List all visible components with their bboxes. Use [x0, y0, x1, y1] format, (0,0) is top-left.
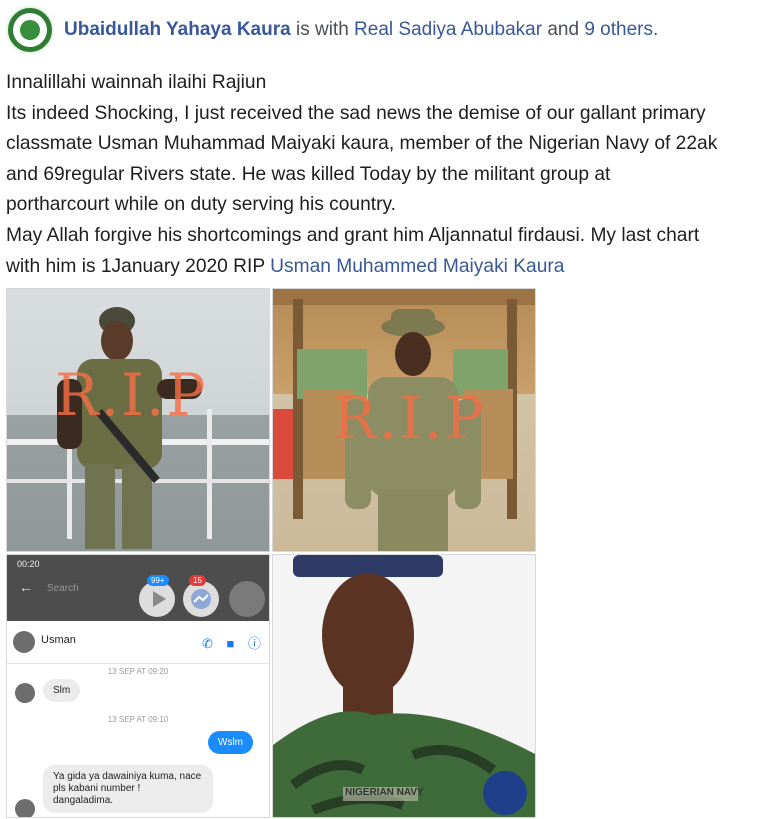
- chat-head-avatar[interactable]: [229, 581, 265, 617]
- post-line: Innalillahi wainnah ilaihi Rajiun: [6, 72, 267, 93]
- post-line-text: with him is 1January 2020 RIP: [6, 255, 271, 277]
- messenger-icon[interactable]: [183, 581, 219, 617]
- video-icon[interactable]: ■: [227, 636, 235, 651]
- author-name-link[interactable]: Ubaidullah Yahaya Kaura: [64, 19, 291, 40]
- message-line: pls kabani number !: [53, 783, 141, 794]
- sender-avatar: [15, 683, 35, 703]
- post-header: Ubaidullah Yahaya Kaura is with Real Sad…: [6, 6, 763, 54]
- post-line: and 69regular Rivers state. He was kille…: [6, 163, 611, 185]
- post-line: classmate Usman Muhammad Maiyaki kaura, …: [6, 133, 718, 155]
- chat-timestamp: 13 SEP AT 09:20: [107, 667, 169, 676]
- contact-name[interactable]: Usman: [41, 634, 76, 646]
- post-line: Its indeed Shocking, I just received the…: [6, 102, 706, 124]
- photo-chat-screenshot[interactable]: 00:20 ← Search 99+ 15 Usman ✆ ■ ⓘ 13 SEP…: [6, 554, 270, 818]
- back-arrow-icon[interactable]: ←: [19, 579, 33, 595]
- photo-soldier-truck[interactable]: R.I.P: [272, 288, 536, 552]
- sender-avatar: [15, 799, 35, 817]
- post-line-last: with him is 1January 2020 RIP Usman Muha…: [6, 252, 766, 283]
- rip-overlay-text: R.I.P: [333, 384, 486, 452]
- phone-icon[interactable]: ✆: [202, 636, 213, 651]
- photo-grid: R.I.P R.I.P 00:20 ← Search 99+ 15 Usman …: [6, 288, 536, 818]
- message-outgoing[interactable]: Wslm: [208, 731, 253, 754]
- uniform-patch-text: NIGERIAN NAVY: [345, 787, 424, 798]
- post-line: portharcourt while on duty serving his c…: [6, 194, 396, 216]
- tagged-person-link[interactable]: Real Sadiya Abubakar: [354, 19, 542, 40]
- profile-avatar[interactable]: [6, 6, 54, 54]
- message-line: Ya gida ya dawainiya kuma, nace: [53, 771, 202, 782]
- photo-soldier-boat[interactable]: R.I.P: [6, 288, 270, 552]
- status-time: 00:20: [17, 559, 40, 569]
- mentioned-person-link[interactable]: Usman Muhammed Maiyaki Kaura: [270, 256, 564, 277]
- contact-avatar[interactable]: [13, 631, 35, 653]
- contact-actions: ✆ ■ ⓘ: [202, 633, 261, 652]
- and-text: and: [542, 19, 585, 40]
- play-icon[interactable]: [139, 581, 175, 617]
- post-attribution: Ubaidullah Yahaya Kaura is with Real Sad…: [64, 19, 658, 41]
- search-placeholder[interactable]: Search: [47, 583, 79, 594]
- rip-overlay-text: R.I.P: [55, 361, 208, 429]
- post-body: Innalillahi wainnah ilaihi Rajiun Its in…: [6, 68, 766, 282]
- badge-count: 15: [189, 575, 206, 586]
- message-incoming[interactable]: Slm: [43, 679, 81, 702]
- info-icon[interactable]: ⓘ: [248, 636, 261, 651]
- message-line: dangaladima.: [53, 795, 114, 806]
- photo-navy-portrait[interactable]: NIGERIAN NAVY: [272, 554, 536, 818]
- navy-portrait-image: [273, 555, 535, 817]
- post-line: May Allah forgive his shortcomings and g…: [6, 224, 700, 246]
- chat-contact-bar: Usman ✆ ■ ⓘ: [7, 621, 269, 664]
- with-text: is with: [290, 19, 355, 40]
- badge-count: 99+: [147, 575, 169, 586]
- period-text: .: [652, 19, 659, 40]
- message-incoming-long[interactable]: Ya gida ya dawainiya kuma, nace pls kaba…: [43, 765, 213, 813]
- others-link[interactable]: 9 others: [584, 19, 653, 40]
- chat-timestamp: 13 SEP AT 09:10: [107, 715, 169, 724]
